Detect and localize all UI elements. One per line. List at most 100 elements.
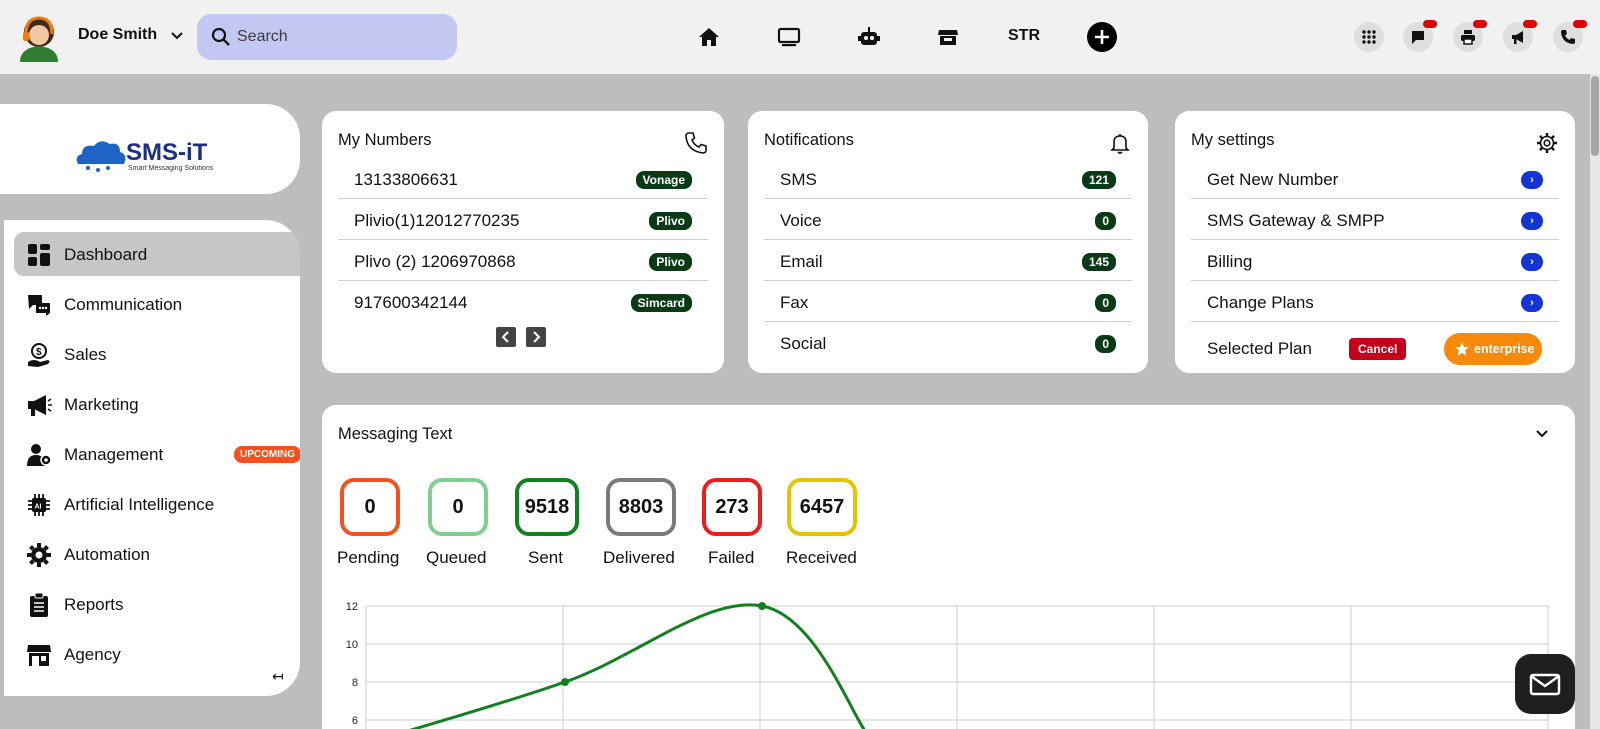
sidebar-nav: Dashboard Communication $ Sales Marketin…: [4, 220, 300, 696]
sidebar-item-artificial-intelligence[interactable]: AI Artificial Intelligence: [14, 482, 300, 526]
sidebar-item-automation[interactable]: Automation: [14, 532, 300, 576]
selected-plan-label: Selected Plan: [1207, 339, 1312, 358]
next-page-button[interactable]: [526, 327, 546, 347]
pending-count[interactable]: 0: [340, 478, 400, 536]
settings-label: Get New Number: [1207, 170, 1339, 189]
sidebar-item-label: Artificial Intelligence: [64, 495, 215, 514]
provider-badge: Plivo: [649, 253, 692, 271]
store-icon: [27, 645, 51, 666]
received-count[interactable]: 6457: [787, 478, 857, 536]
settings-row[interactable]: Change Plans ›: [1191, 282, 1559, 322]
sidebar-item-label: Marketing: [64, 395, 139, 414]
card-title: Notifications: [764, 131, 854, 149]
settings-label: SMS Gateway & SMPP: [1207, 211, 1385, 230]
notification-type: Email: [780, 252, 823, 271]
scrollbar-thumb[interactable]: [1591, 76, 1599, 156]
monitor-icon[interactable]: [776, 24, 802, 50]
phone-number: Plivo (2) 1206970868: [354, 252, 516, 271]
envelope-icon: [1529, 673, 1561, 696]
collapse-sidebar-button[interactable]: ↤: [272, 668, 284, 685]
chevron-down-icon[interactable]: [170, 29, 184, 43]
robot-icon[interactable]: [856, 24, 882, 50]
prev-page-button[interactable]: [496, 327, 516, 347]
avatar[interactable]: [16, 12, 62, 62]
chevron-left-icon: [501, 331, 509, 343]
apps-button[interactable]: [1354, 22, 1384, 52]
add-button[interactable]: [1087, 22, 1117, 52]
number-row[interactable]: Plivio(1)12012770235 Plivo: [338, 200, 708, 240]
cancel-plan-button[interactable]: Cancel: [1349, 338, 1407, 360]
store-icon[interactable]: [935, 24, 961, 50]
chat-icon: [28, 295, 50, 316]
messaging-line-chart: 12 10 8 6: [346, 601, 1549, 729]
series-line: [409, 603, 866, 729]
sidebar-item-marketing[interactable]: Marketing: [14, 382, 300, 426]
phone-icon: [685, 132, 707, 154]
message-fab-button[interactable]: [1515, 654, 1575, 714]
notification-row[interactable]: Email 145: [764, 241, 1132, 281]
chevron-right-icon[interactable]: ›: [1521, 171, 1543, 189]
search-input[interactable]: [237, 22, 437, 52]
top-bar: Doe Smith STR: [0, 0, 1600, 74]
star-icon: [1455, 342, 1469, 356]
chevron-right-icon[interactable]: ›: [1521, 253, 1543, 271]
settings-row[interactable]: SMS Gateway & SMPP ›: [1191, 200, 1559, 240]
sidebar-item-label: Sales: [64, 345, 107, 364]
page-scrollbar[interactable]: [1590, 74, 1600, 729]
data-point: [758, 602, 766, 610]
notification-type: Social: [780, 334, 827, 353]
sent-label: Sent: [528, 548, 563, 567]
search-icon: [211, 27, 230, 46]
chevron-right-icon[interactable]: ›: [1521, 294, 1543, 312]
notification-dot: [1523, 20, 1537, 28]
sidebar-item-label: Reports: [64, 595, 124, 614]
number-row[interactable]: 917600342144 Simcard: [338, 282, 708, 322]
home-icon[interactable]: [696, 24, 722, 50]
card-title: My Numbers: [338, 131, 432, 149]
sidebar-item-label: Automation: [64, 545, 150, 564]
notification-row[interactable]: SMS 121: [764, 159, 1132, 199]
gear-icon: [27, 543, 51, 567]
provider-badge: Simcard: [630, 294, 692, 312]
number-row[interactable]: Plivo (2) 1206970868 Plivo: [338, 241, 708, 281]
messages-button[interactable]: [1403, 20, 1437, 52]
y-tick-label: 10: [346, 639, 358, 651]
delivered-count[interactable]: 8803: [606, 478, 676, 536]
user-name[interactable]: Doe Smith: [78, 26, 157, 44]
chevron-right-icon[interactable]: ›: [1521, 212, 1543, 230]
message-icon: [1412, 31, 1424, 44]
failed-count[interactable]: 273: [702, 478, 762, 536]
print-button[interactable]: [1453, 20, 1487, 52]
notification-dot: [1423, 20, 1437, 28]
enterprise-plan-badge[interactable]: enterprise: [1444, 333, 1542, 365]
svg-text:$: $: [36, 347, 42, 358]
notification-row[interactable]: Fax 0: [764, 282, 1132, 322]
settings-row[interactable]: Billing ›: [1191, 241, 1559, 281]
queued-label: Queued: [426, 548, 487, 567]
sidebar-item-agency[interactable]: Agency: [14, 632, 300, 676]
number-row[interactable]: 13133806631 Vonage: [338, 159, 708, 199]
chevron-down-icon[interactable]: [1534, 425, 1550, 441]
calls-button[interactable]: [1553, 20, 1587, 52]
sidebar-item-dashboard[interactable]: Dashboard: [14, 232, 300, 276]
count-badge: 145: [1081, 253, 1116, 271]
queued-count[interactable]: 0: [428, 478, 488, 536]
sidebar-item-management[interactable]: Management UPCOMING: [14, 432, 300, 476]
phone-icon: [1561, 30, 1575, 44]
card-title: My settings: [1191, 131, 1275, 149]
dashboard-icon: [28, 244, 50, 266]
notification-row[interactable]: Social 0: [764, 323, 1132, 363]
sidebar-item-communication[interactable]: Communication: [14, 282, 300, 326]
sidebar-item-sales[interactable]: $ Sales: [14, 332, 300, 376]
notification-row[interactable]: Voice 0: [764, 200, 1132, 240]
chevron-right-icon: [533, 331, 541, 343]
grid-icon: [1362, 30, 1376, 44]
sent-count[interactable]: 9518: [515, 478, 579, 536]
announcements-button[interactable]: [1503, 20, 1537, 52]
str-link[interactable]: STR: [1008, 27, 1040, 45]
gear-icon[interactable]: [1535, 131, 1559, 155]
notification-dot: [1573, 20, 1587, 28]
sms-it-logo[interactable]: SMS-iT Smart Messaging Solutions: [74, 134, 234, 174]
sidebar-item-reports[interactable]: Reports: [14, 582, 300, 626]
settings-row[interactable]: Get New Number ›: [1191, 159, 1559, 199]
